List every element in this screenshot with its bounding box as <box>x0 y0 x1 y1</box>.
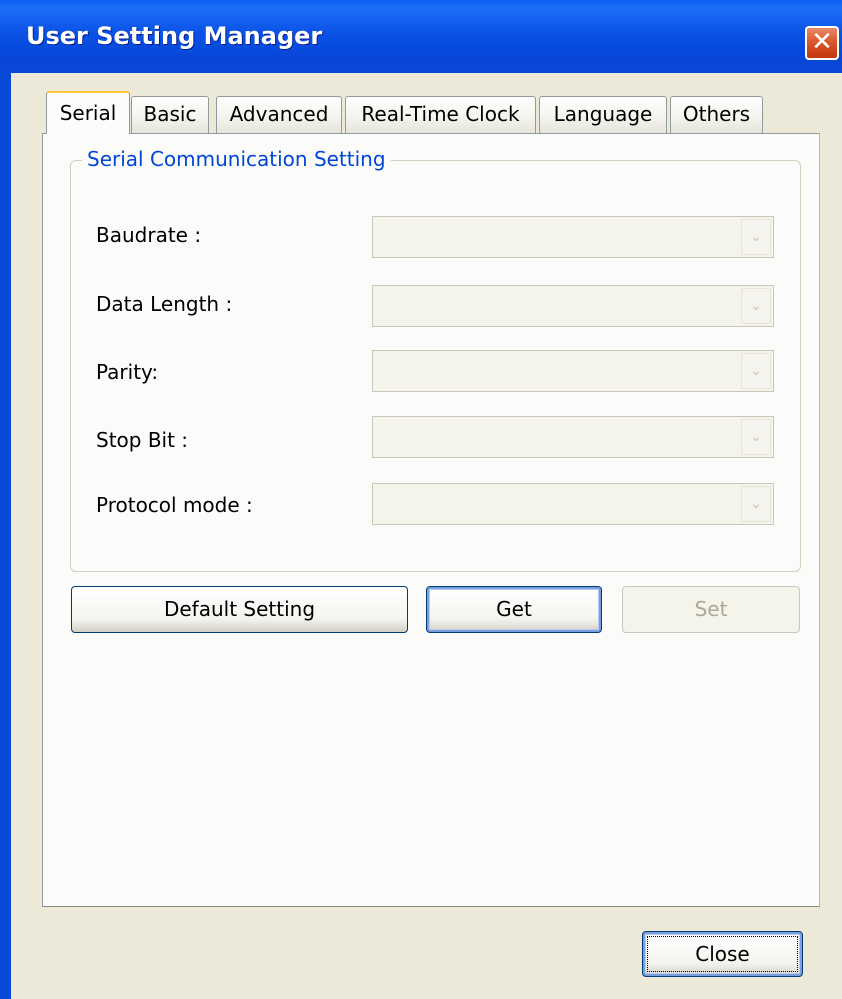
stop-bit-label: Stop Bit : <box>96 428 189 452</box>
tab-real-time-clock[interactable]: Real-Time Clock <box>345 96 536 133</box>
tab-others[interactable]: Others <box>670 96 763 133</box>
tab-language[interactable]: Language <box>539 96 667 133</box>
tab-basic[interactable]: Basic <box>131 96 209 133</box>
chevron-down-icon[interactable]: ⌄ <box>741 486 771 522</box>
get-button[interactable]: Get <box>426 586 602 633</box>
parity-label: Parity: <box>96 360 159 384</box>
baudrate-select[interactable]: ⌄ <box>372 216 774 258</box>
tab-serial[interactable]: Serial <box>46 91 130 134</box>
parity-select[interactable]: ⌄ <box>372 350 774 392</box>
close-button[interactable]: Close <box>642 931 803 977</box>
chevron-down-icon[interactable]: ⌄ <box>741 419 771 455</box>
close-icon[interactable]: ✕ <box>805 26 839 60</box>
set-button[interactable]: Set <box>622 586 800 633</box>
data-length-select[interactable]: ⌄ <box>372 285 774 327</box>
protocol-mode-select[interactable]: ⌄ <box>372 483 774 525</box>
chevron-down-icon[interactable]: ⌄ <box>741 353 771 389</box>
chevron-down-icon[interactable]: ⌄ <box>741 288 771 324</box>
protocol-mode-label: Protocol mode : <box>96 493 253 517</box>
stop-bit-select[interactable]: ⌄ <box>372 416 774 458</box>
baudrate-label: Baudrate : <box>96 223 202 247</box>
title-bar[interactable]: User Setting Manager ✕ <box>0 0 842 73</box>
group-title: Serial Communication Setting <box>82 147 391 171</box>
window-title: User Setting Manager <box>26 22 323 50</box>
data-length-label: Data Length : <box>96 292 233 316</box>
default-setting-button[interactable]: Default Setting <box>71 586 408 633</box>
focus-rectangle <box>647 936 798 972</box>
tab-advanced[interactable]: Advanced <box>216 96 342 133</box>
chevron-down-icon[interactable]: ⌄ <box>741 219 771 255</box>
